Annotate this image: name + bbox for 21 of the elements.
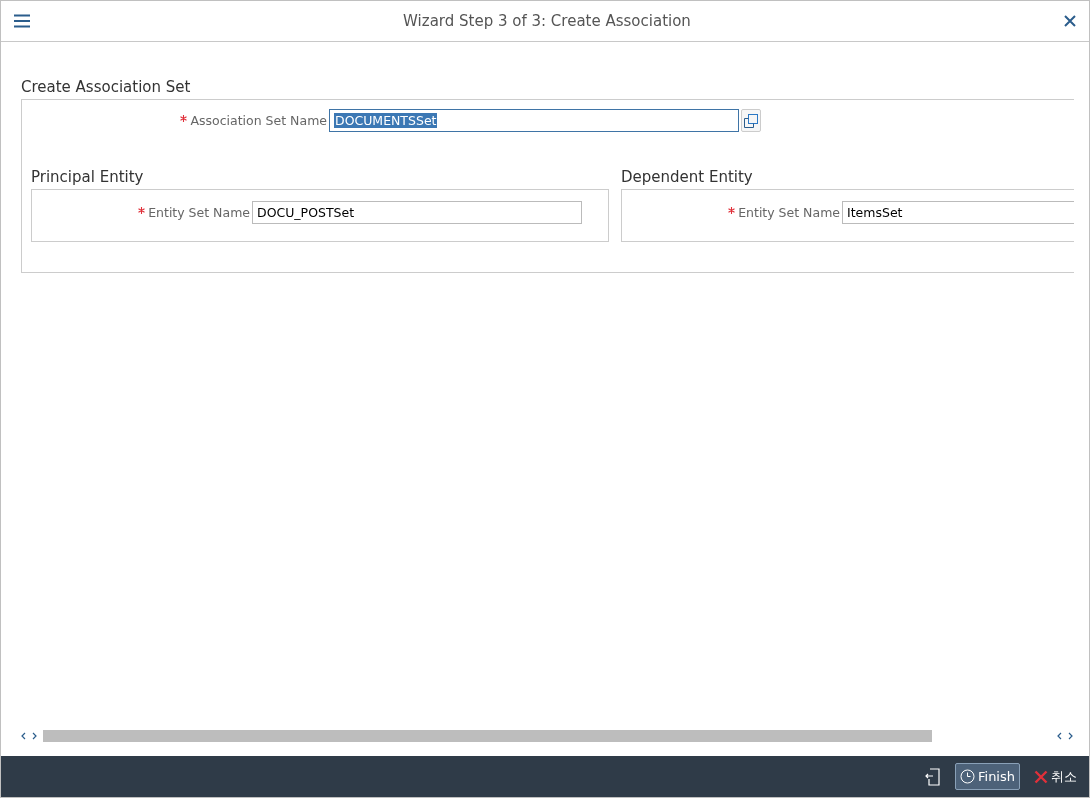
section-title: Create Association Set [21,78,192,96]
input-field[interactable]: DOCU_POSTSet [252,201,582,224]
scroll-arrows-icon[interactable] [1057,732,1073,740]
document-icon[interactable] [925,767,941,786]
section-title: Principal Entity [31,168,145,186]
cancel-button[interactable]: 취소 [1034,767,1077,786]
value-help-button[interactable] [741,109,761,132]
window-title: Wizard Step 3 of 3: Create Association [402,12,692,30]
scroll-arrows-icon[interactable] [21,732,37,740]
cross-icon [1034,769,1048,784]
finish-button[interactable]: Finish [955,763,1020,790]
close-icon[interactable] [1064,15,1076,27]
field-label: Entity Set Name [738,205,840,220]
menu-icon[interactable] [14,14,30,28]
field-label: Entity Set Name [148,205,250,220]
section-title: Dependent Entity [621,168,754,186]
input-field[interactable]: DOCUMENTSSet [329,109,739,132]
field-label: Association Set Name [190,113,327,128]
clock-icon [960,769,975,784]
input-field[interactable]: ItemsSet [842,201,1074,224]
scrollbar-thumb[interactable] [43,730,932,742]
